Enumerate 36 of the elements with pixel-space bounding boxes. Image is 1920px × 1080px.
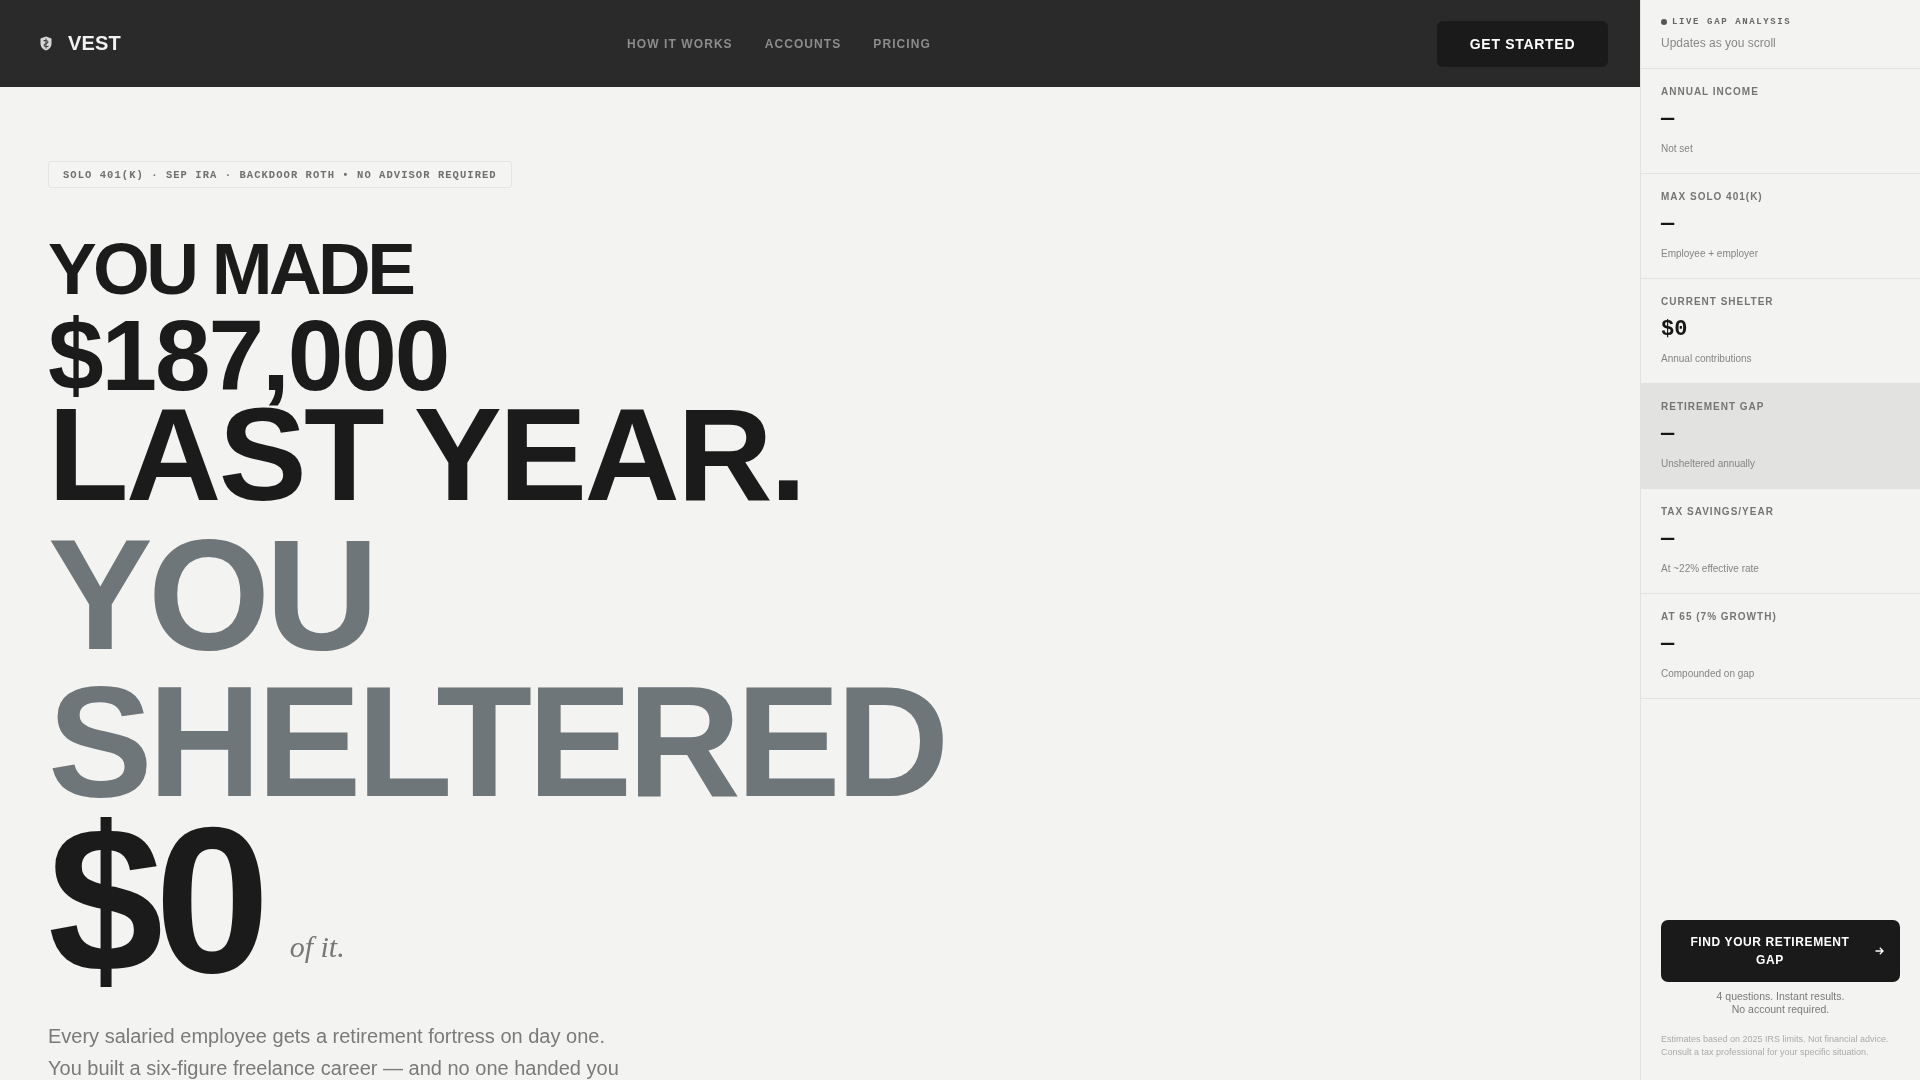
arrow-right-icon bbox=[1875, 947, 1884, 955]
nav-link[interactable]: HOW IT WORKS bbox=[627, 36, 733, 51]
metric-note: Not set bbox=[1661, 142, 1693, 156]
nav-link[interactable]: PRICING bbox=[873, 36, 931, 51]
metric-value: $0 bbox=[1661, 317, 1688, 343]
of-it-text: of it. bbox=[289, 932, 345, 963]
metric-label: MAX SOLO 401(K) bbox=[1661, 192, 1763, 202]
cta-note: 4 questions. Instant results. No account required. bbox=[1715, 990, 1846, 1016]
headline-text: YOU bbox=[48, 524, 375, 666]
nav-link[interactable]: ACCOUNTS bbox=[764, 36, 842, 51]
headline-text: YOU MADE bbox=[48, 236, 413, 302]
metric-label: ANNUAL INCOME bbox=[1661, 87, 1759, 97]
metric-note: Compounded on gap bbox=[1661, 667, 1755, 681]
disclaimer-text: Estimates based on 2025 IRS limits. Not financial advice. Consult a tax professional for your specific situation. bbox=[1661, 1033, 1890, 1059]
find-gap-button[interactable]: FIND YOUR RETIREMENT GAP bbox=[1661, 920, 1900, 982]
metric-value: — bbox=[1661, 107, 1675, 133]
live-dot-icon bbox=[1661, 19, 1667, 25]
metric-label: TAX SAVINGS/YEAR bbox=[1661, 507, 1774, 517]
metric-value: — bbox=[1661, 212, 1675, 238]
brand-name: VEST bbox=[68, 32, 122, 55]
metric-label: AT 65 (7% GROWTH) bbox=[1661, 612, 1777, 622]
shield-icon bbox=[40, 36, 52, 51]
metric-note: Annual contributions bbox=[1661, 352, 1752, 366]
feature-badge: SOLO 401(K) · SEP IRA · BACKDOOR ROTH • NO ADVISOR REQUIRED bbox=[48, 161, 512, 188]
metric-label: RETIREMENT GAP bbox=[1661, 402, 1765, 412]
intro-paragraph: Every salaried employee gets a retirement fortress on day one. You built a six-figure freelance career — and no one handed you bbox=[48, 1024, 619, 1080]
metric-value: — bbox=[1661, 527, 1675, 553]
metric-note: At ~22% effective rate bbox=[1661, 562, 1759, 576]
metric-note: Employee + employer bbox=[1661, 247, 1758, 261]
live-note: Updates as you scroll bbox=[1661, 35, 1777, 51]
get-started-button[interactable]: GET STARTED bbox=[1437, 20, 1608, 67]
metric-value: — bbox=[1661, 422, 1675, 448]
metric-note: Unsheltered annually bbox=[1661, 457, 1755, 471]
live-label: LIVE GAP ANALYSIS bbox=[1672, 17, 1792, 27]
metric-label: CURRENT SHELTER bbox=[1661, 297, 1774, 307]
metric-value: — bbox=[1661, 632, 1675, 658]
